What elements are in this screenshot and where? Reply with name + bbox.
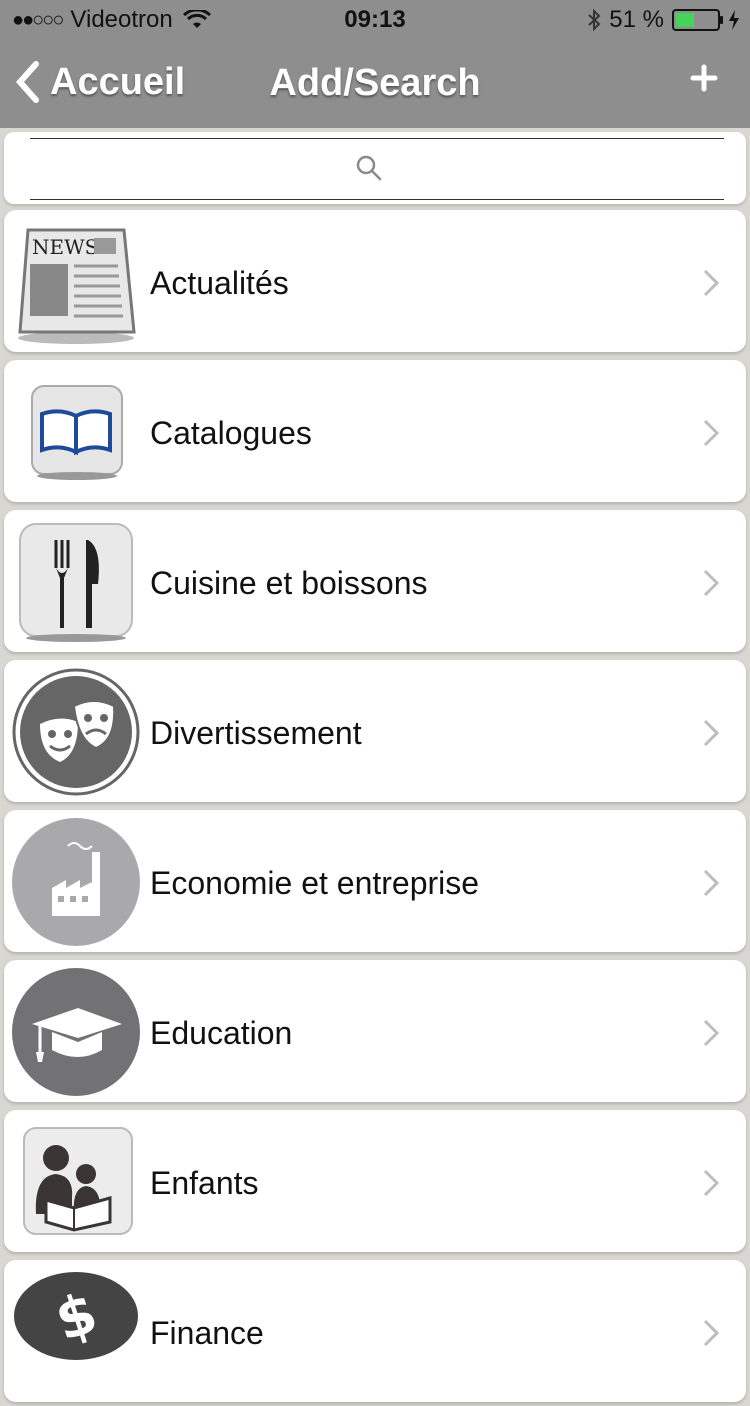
- chevron-right-icon: [703, 1169, 720, 1197]
- page-title: Add/Search: [269, 62, 481, 104]
- newspaper-icon: NEWS: [18, 228, 136, 344]
- reading-family-icon: [23, 1127, 133, 1235]
- dollar-icon: $: [14, 1272, 138, 1360]
- svg-text:NEWS: NEWS: [32, 235, 98, 259]
- list-item-label: Education: [150, 1015, 293, 1051]
- factory-icon: [12, 818, 140, 946]
- list-item-education[interactable]: Education: [4, 960, 746, 1102]
- list-item-label: Actualités: [150, 265, 289, 301]
- book-icon: [31, 385, 123, 480]
- theater-masks-icon: [12, 668, 140, 796]
- search-icon: [356, 155, 382, 181]
- list-item-catalogues[interactable]: Catalogues: [4, 360, 746, 502]
- status-bar: ●●○○○ Videotron 09:13 51 %: [0, 0, 750, 40]
- chevron-right-icon: [703, 1019, 720, 1047]
- list-item-label: Enfants: [150, 1165, 259, 1201]
- battery-icon: [672, 9, 723, 31]
- list-item-label: Economie et entreprise: [150, 865, 480, 901]
- chevron-right-icon: [703, 269, 720, 297]
- search-bar: [4, 132, 746, 204]
- chevron-right-icon: [703, 419, 720, 447]
- chevron-right-icon: [703, 569, 720, 597]
- top-bar: ●●○○○ Videotron 09:13 51 % Accueil Add/S…: [0, 0, 750, 128]
- chevron-right-icon: [703, 1319, 720, 1347]
- plus-icon[interactable]: [688, 62, 720, 94]
- chevron-right-icon: [703, 869, 720, 897]
- bluetooth-icon: [588, 9, 601, 31]
- list-item-cuisine[interactable]: Cuisine et boissons: [4, 510, 746, 652]
- chevron-right-icon: [703, 719, 720, 747]
- list-item-enfants[interactable]: Enfants: [4, 1110, 746, 1252]
- battery-percent: 51 %: [609, 6, 664, 33]
- list-item-label: Cuisine et boissons: [150, 565, 428, 601]
- fork-knife-icon: [19, 523, 133, 642]
- charging-icon: [729, 10, 739, 30]
- list-item-economie[interactable]: Economie et entreprise: [4, 810, 746, 952]
- list-item-label: Catalogues: [150, 415, 312, 451]
- navigation-bar: Accueil Add/Search: [0, 40, 750, 128]
- battery-fill: [676, 13, 695, 27]
- list-item-divertissement[interactable]: Divertissement: [4, 660, 746, 802]
- graduation-cap-icon: [12, 968, 140, 1096]
- list-item-label: Finance: [150, 1315, 264, 1351]
- list-item-actualites[interactable]: NEWS Actualités: [4, 210, 746, 352]
- status-right: 51 %: [587, 6, 740, 34]
- list-item-finance[interactable]: $ Finance: [4, 1260, 746, 1402]
- list-item-label: Divertissement: [150, 715, 362, 751]
